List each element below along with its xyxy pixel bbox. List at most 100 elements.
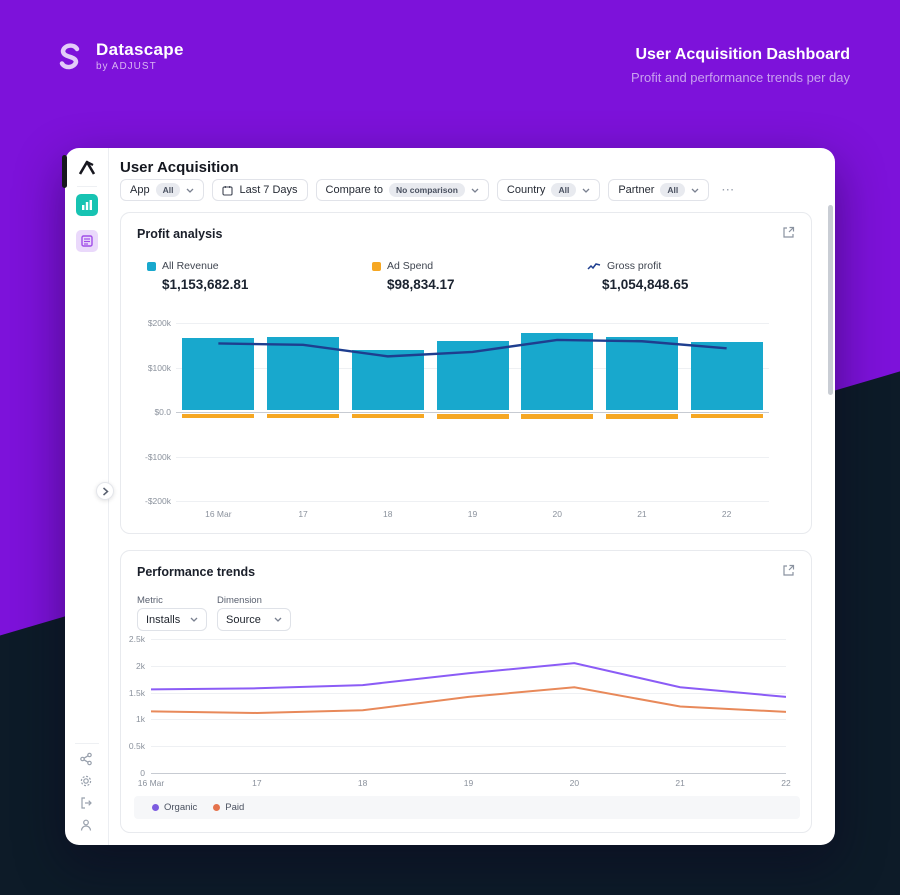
x-axis-label: 20 bbox=[569, 778, 580, 788]
stat-value: $1,054,848.65 bbox=[602, 277, 689, 292]
y-axis-label: $100k bbox=[147, 362, 171, 373]
y-axis-label: $200k bbox=[147, 318, 171, 328]
trend-lines bbox=[151, 662, 786, 714]
performance-trends-card: Performance trends Metric Dimension Inst… bbox=[120, 550, 812, 833]
more-filters-button[interactable]: ⋯ bbox=[717, 182, 739, 198]
brand-block: Datascape by ADJUST bbox=[50, 38, 184, 74]
filter-country-label: Country bbox=[506, 184, 546, 196]
filter-country-value: All bbox=[551, 183, 577, 197]
filter-compare-label: Compare to bbox=[325, 184, 384, 196]
dimension-value: Source bbox=[226, 613, 261, 626]
x-axis-label: 21 bbox=[675, 778, 685, 788]
y-axis-label: $0.0 bbox=[154, 407, 171, 417]
sidebar-item-dashboards[interactable] bbox=[76, 194, 98, 216]
x-axis-label: 17 bbox=[252, 778, 262, 788]
brand-name: Datascape bbox=[96, 40, 184, 59]
metric-select[interactable]: Installs bbox=[137, 608, 207, 631]
expand-icon[interactable] bbox=[781, 225, 797, 241]
y-axis-label: 0.5k bbox=[128, 741, 145, 752]
metric-label: Metric bbox=[137, 595, 163, 606]
y-axis-label: 2k bbox=[136, 660, 145, 671]
y-axis-label: 0 bbox=[140, 768, 145, 778]
legend-item: Paid bbox=[213, 802, 244, 813]
x-axis-label: 18 bbox=[383, 509, 393, 519]
performance-card-title: Performance trends bbox=[137, 565, 256, 579]
dashboard-subtitle: Profit and performance trends per day bbox=[631, 70, 850, 85]
stat-value: $1,153,682.81 bbox=[162, 277, 249, 292]
x-axis-label: 18 bbox=[357, 778, 368, 788]
dimension-select[interactable]: Source bbox=[217, 608, 291, 631]
legend-label: Organic bbox=[164, 802, 198, 813]
page-title: User Acquisition bbox=[120, 159, 239, 176]
stat-label: Ad Spend bbox=[387, 260, 434, 272]
bar-chart-icon bbox=[82, 200, 92, 210]
settings-gear-icon[interactable] bbox=[79, 774, 95, 790]
x-axis-label: 21 bbox=[637, 509, 647, 519]
gridline bbox=[151, 773, 786, 774]
brand-subtitle: by ADJUST bbox=[96, 61, 157, 72]
vertical-scrollbar[interactable] bbox=[828, 205, 833, 395]
logout-icon[interactable] bbox=[79, 796, 95, 812]
x-axis-label: 20 bbox=[552, 509, 562, 519]
filter-date-range[interactable]: Last 7 Days bbox=[212, 179, 308, 201]
x-axis-label: 19 bbox=[467, 509, 478, 519]
stat-label: All Revenue bbox=[162, 260, 219, 272]
revenue-swatch bbox=[147, 261, 156, 271]
filter-partner-label: Partner bbox=[618, 184, 655, 196]
sidebar-expand-button[interactable] bbox=[96, 482, 114, 500]
y-axis-label: 2.5k bbox=[128, 634, 145, 644]
chevron-down-icon bbox=[274, 617, 282, 622]
filter-country[interactable]: Country All bbox=[496, 179, 601, 201]
sidebar-item-reports[interactable] bbox=[76, 230, 98, 252]
x-axis-label: 17 bbox=[298, 509, 308, 519]
adjust-logo-icon bbox=[77, 158, 97, 178]
y-axis-label: -$200k bbox=[145, 496, 171, 506]
chevron-down-icon bbox=[691, 188, 699, 193]
x-axis-label: 16 Mar bbox=[205, 509, 232, 519]
filter-compare[interactable]: Compare to No comparison bbox=[315, 179, 489, 201]
dashboard-window: User Acquisition App All Last 7 Days Com… bbox=[62, 148, 835, 845]
filter-partner[interactable]: Partner All bbox=[608, 179, 710, 201]
performance-legend: Organic Paid bbox=[134, 796, 800, 819]
calendar-icon bbox=[222, 185, 234, 196]
filter-app-label: App bbox=[130, 184, 150, 196]
report-icon bbox=[81, 235, 93, 247]
stat-all-revenue: All Revenue $1,153,682.81 bbox=[147, 260, 248, 292]
y-axis-label: -$100k bbox=[145, 451, 171, 462]
filter-date-label: Last 7 Days bbox=[239, 184, 298, 196]
profit-card-title: Profit analysis bbox=[137, 227, 223, 241]
gridline bbox=[176, 501, 769, 502]
legend-dot bbox=[213, 804, 221, 811]
profit-chart bbox=[176, 323, 769, 502]
legend-item: Organic bbox=[152, 802, 197, 813]
user-icon[interactable] bbox=[79, 818, 95, 834]
expand-icon[interactable] bbox=[781, 563, 797, 579]
metric-value: Installs bbox=[146, 613, 181, 626]
dashboard-title: User Acquisition Dashboard bbox=[635, 46, 850, 63]
adspend-swatch bbox=[372, 261, 381, 271]
chevron-right-icon bbox=[102, 486, 109, 496]
filter-bar: App All Last 7 Days Compare to No compar… bbox=[120, 179, 739, 201]
datascape-logo-icon bbox=[50, 38, 86, 74]
chevron-down-icon bbox=[471, 188, 479, 193]
sidebar-divider-top bbox=[77, 186, 97, 187]
chevron-down-icon bbox=[186, 188, 194, 193]
gross-profit-line bbox=[218, 338, 727, 358]
legend-dot bbox=[152, 804, 159, 811]
y-axis-label: 1k bbox=[136, 714, 145, 725]
x-axis-label: 22 bbox=[721, 509, 732, 519]
filter-app-value: All bbox=[155, 183, 181, 197]
filter-partner-value: All bbox=[660, 183, 686, 197]
stat-label: Gross profit bbox=[607, 260, 662, 272]
chevron-down-icon bbox=[582, 188, 590, 193]
legend-label: Paid bbox=[225, 802, 245, 813]
line-series-icon bbox=[587, 262, 601, 270]
chevron-down-icon bbox=[190, 617, 198, 622]
profit-analysis-card: Profit analysis All Revenue $1,153,682.8… bbox=[120, 212, 812, 534]
dimension-label: Dimension bbox=[217, 595, 262, 606]
x-axis-label: 16 Mar bbox=[137, 778, 165, 788]
performance-chart bbox=[151, 639, 786, 774]
filter-app[interactable]: App All bbox=[120, 179, 205, 201]
y-axis-label: 1.5k bbox=[128, 687, 145, 698]
share-icon[interactable] bbox=[79, 752, 95, 768]
